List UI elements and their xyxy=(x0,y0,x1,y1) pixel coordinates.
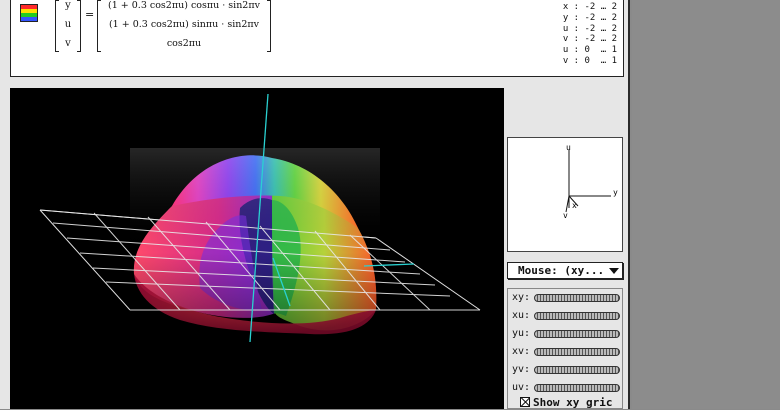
range-x: x : -2 … 2 xyxy=(562,2,617,12)
axis-label-right: y xyxy=(613,188,618,197)
checkbox-checked-icon xyxy=(520,397,530,407)
slider-track-uv[interactable] xyxy=(534,384,620,392)
show-grid-checkbox[interactable]: Show xy gric xyxy=(520,396,612,410)
rhs-expr-2: (1 + 0.3 cos2πu) sinπu · sin2πv xyxy=(108,19,260,30)
right-bracket xyxy=(77,0,81,52)
slider-track-yu[interactable] xyxy=(534,330,620,338)
slider-track-yv[interactable] xyxy=(534,366,620,374)
lhs-var-2: u xyxy=(64,19,72,30)
slider-label: xu: xyxy=(512,310,531,321)
app-window: y u v = (1 + 0.3 cos2πu) cosπu · sin2πv … xyxy=(0,0,630,409)
desktop-background xyxy=(632,0,780,409)
slider-label: yu: xyxy=(512,328,531,339)
control-sidebar: u y x v Mouse: (xy... xy: xu: yu: xv: yv… xyxy=(506,88,626,409)
mouse-mode-select[interactable]: Mouse: (xy... xyxy=(507,262,623,279)
range-v: v : -2 … 2 xyxy=(562,34,617,45)
range-param-u: u : 0 … 1 xyxy=(562,45,617,56)
slider-track-xv[interactable] xyxy=(534,348,620,356)
3d-viewport[interactable] xyxy=(10,88,504,409)
left-bracket xyxy=(55,0,59,52)
rotation-panel: xy: xu: yu: xv: yv: uv: Show xy gric xyxy=(507,288,623,409)
slider-xu: xu: xyxy=(512,309,622,323)
show-grid-label: Show xy gric xyxy=(533,396,613,409)
left-bracket xyxy=(97,0,101,52)
slider-xy: xy: xyxy=(512,291,622,305)
color-scheme-icon[interactable] xyxy=(20,4,38,22)
equation-lhs-vector: y u v xyxy=(55,0,81,54)
slider-track-xu[interactable] xyxy=(534,312,620,320)
range-u: u : -2 … 2 xyxy=(562,23,617,34)
range-y: y : -2 … 2 xyxy=(562,12,617,23)
axis-label-down: v xyxy=(563,211,568,220)
rhs-expr-3: cos2πu xyxy=(166,38,202,49)
slider-xv: xv: xyxy=(512,345,622,359)
slider-yu: yu: xyxy=(512,327,622,341)
chevron-down-icon xyxy=(609,268,619,274)
axis-label-front: x xyxy=(572,201,577,210)
equation-rhs-vector: (1 + 0.3 cos2πu) cosπu · sin2πv (1 + 0.3… xyxy=(97,0,271,54)
surface-render xyxy=(39,93,481,343)
slider-label: yv: xyxy=(512,364,531,375)
equals-sign: = xyxy=(85,8,95,21)
slider-label: xv: xyxy=(512,346,531,357)
range-list: x : -2 … 2 y : -2 … 2 u : -2 … 2 v : -2 … xyxy=(563,2,617,67)
lhs-var-3: v xyxy=(65,38,71,49)
slider-label: xy: xyxy=(512,292,531,303)
slider-label: uv: xyxy=(512,382,531,393)
equation-panel: y u v = (1 + 0.3 cos2πu) cosπu · sin2πv … xyxy=(10,0,624,77)
mouse-mode-value: Mouse: (xy... xyxy=(518,264,605,277)
axes-preview: u y x v xyxy=(507,137,623,252)
slider-track-xy[interactable] xyxy=(534,294,620,302)
slider-yv: yv: xyxy=(512,363,622,377)
axis-label-up: u xyxy=(566,143,571,152)
slider-uv: uv: xyxy=(512,381,622,395)
right-bracket xyxy=(267,0,271,52)
range-param-v: v : 0 … 1 xyxy=(562,55,617,66)
lhs-var-1: y xyxy=(65,0,71,11)
rhs-expr-1: (1 + 0.3 cos2πu) cosπu · sin2πv xyxy=(108,0,260,11)
